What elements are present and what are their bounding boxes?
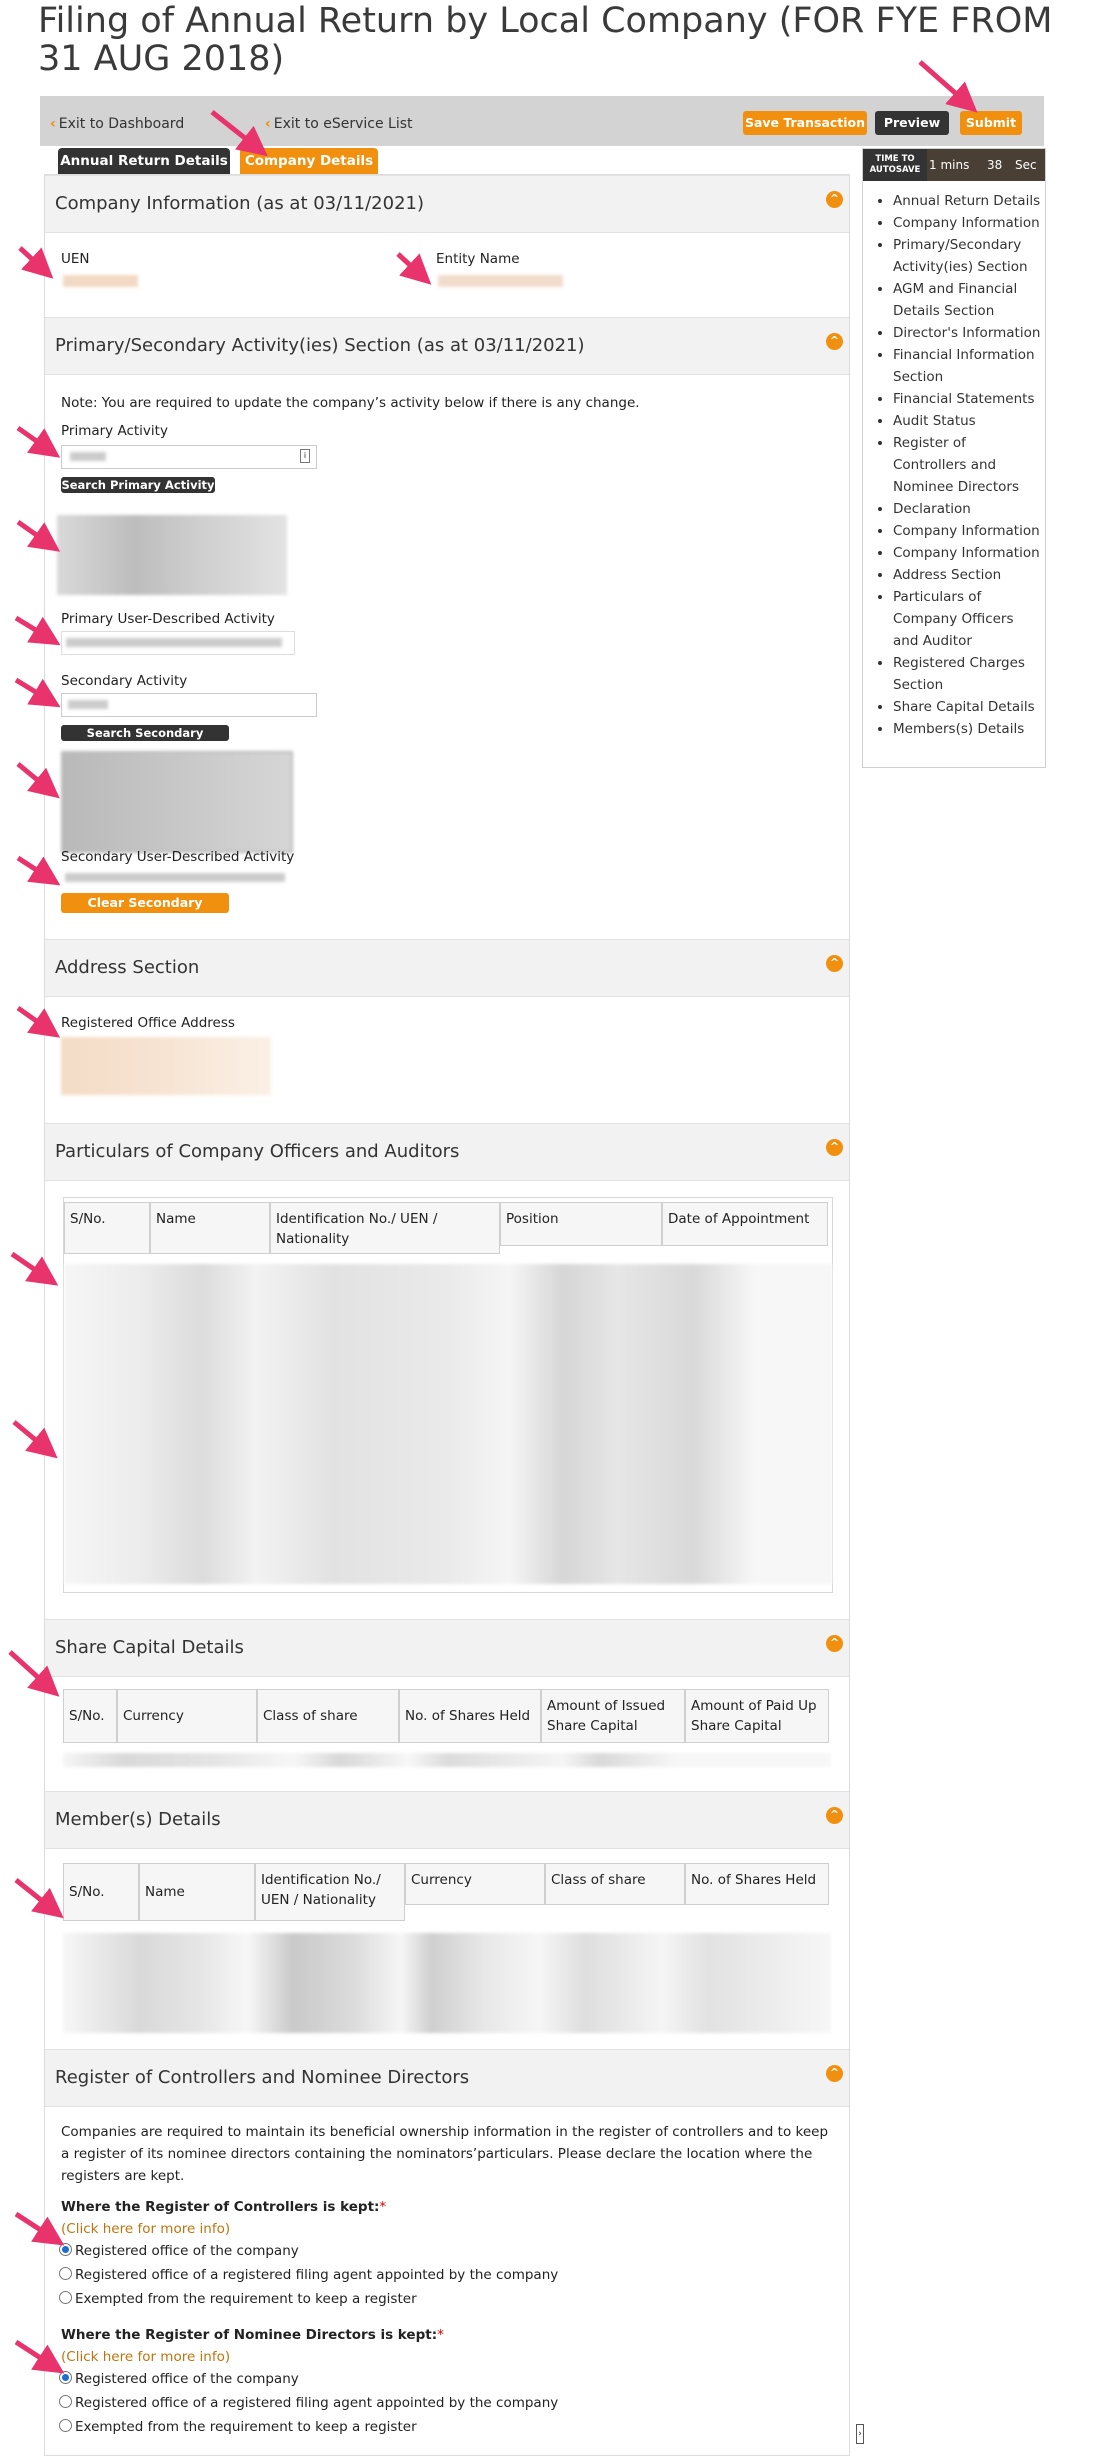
annotation-arrows [8,60,978,2374]
arrow-icon [14,677,61,708]
arrow-icon [16,425,61,458]
arrow-icon [14,2211,65,2246]
arrow-icon [14,615,61,646]
arrow-icon [16,762,60,799]
arrow-icon [396,252,432,285]
arrow-icon [16,519,61,552]
arrow-icon [918,60,978,113]
arrow-icon [16,1005,61,1038]
arrow-icon [14,2339,65,2374]
arrow-icon [14,1878,64,1919]
arrow-icon [12,1420,58,1459]
arrow-icon [10,1251,59,1286]
arrow-icon [8,1650,60,1697]
arrow-icon [16,855,61,886]
arrow-icon [210,110,268,157]
arrow-icon [18,246,54,279]
